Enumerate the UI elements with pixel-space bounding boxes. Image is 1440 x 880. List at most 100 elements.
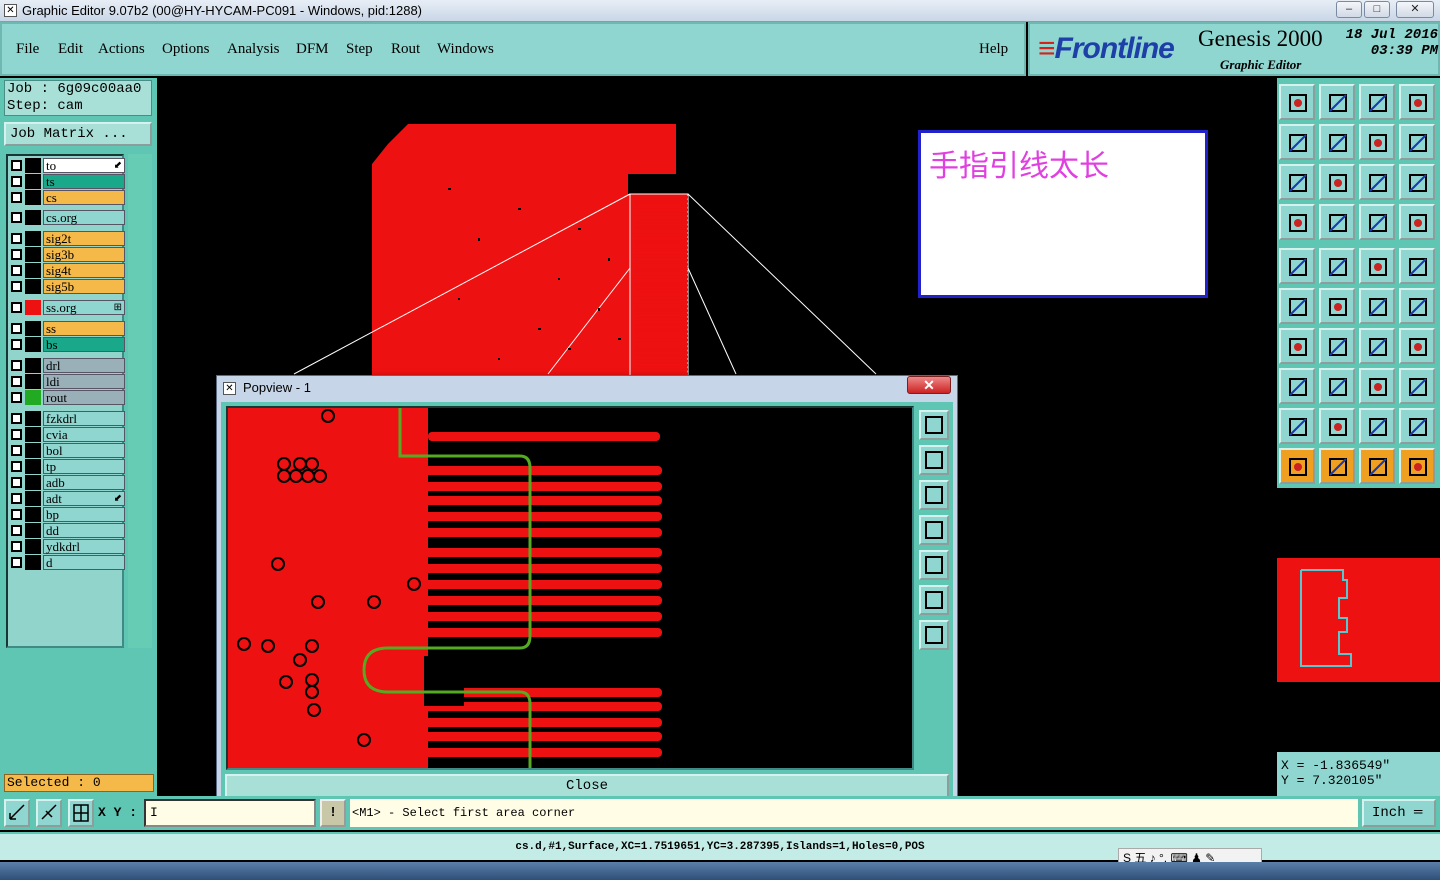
- dash-icon[interactable]: [1319, 368, 1355, 404]
- layer-name[interactable]: bp: [43, 507, 125, 522]
- layer-checkbox[interactable]: [11, 160, 22, 171]
- layer-checkbox[interactable]: [11, 249, 22, 260]
- layer-color-swatch[interactable]: [25, 158, 41, 173]
- layer-row[interactable]: sig4t: [9, 263, 125, 278]
- layer-row[interactable]: ss: [9, 321, 125, 336]
- layer-color-swatch[interactable]: [25, 190, 41, 205]
- layer-checkbox[interactable]: [11, 429, 22, 440]
- layer-checkbox[interactable]: [11, 413, 22, 424]
- layer-name[interactable]: rout: [43, 390, 125, 405]
- net-icon[interactable]: [1359, 204, 1395, 240]
- layer-name[interactable]: drl: [43, 358, 125, 373]
- help-icon[interactable]: [1399, 164, 1435, 200]
- layer-row[interactable]: bs: [9, 337, 125, 352]
- layer-color-swatch[interactable]: [25, 337, 41, 352]
- layer-checkbox[interactable]: [11, 392, 22, 403]
- layer-color-swatch[interactable]: [25, 523, 41, 538]
- layer-name[interactable]: dd: [43, 523, 125, 538]
- layer-checkbox[interactable]: [11, 176, 22, 187]
- link-icon[interactable]: [1399, 288, 1435, 324]
- layer-scrollbar[interactable]: [128, 154, 152, 648]
- layer-checkbox[interactable]: [11, 323, 22, 334]
- layer-row[interactable]: drl: [9, 358, 125, 373]
- minimap[interactable]: [1277, 488, 1440, 750]
- job-matrix-button[interactable]: Job Matrix ...: [4, 122, 152, 146]
- layer-color-swatch[interactable]: [25, 300, 41, 315]
- layer-checkbox[interactable]: [11, 281, 22, 292]
- layer-row[interactable]: bol: [9, 443, 125, 458]
- arc-down-icon[interactable]: [1399, 408, 1435, 444]
- layer-name[interactable]: ts: [43, 174, 125, 189]
- unit-selector[interactable]: Inch ═: [1362, 799, 1436, 827]
- popview-fit-icon[interactable]: [919, 585, 949, 615]
- layer-name[interactable]: sig5b: [43, 279, 125, 294]
- pan-right-icon[interactable]: [1319, 124, 1355, 160]
- layer-row[interactable]: d: [9, 555, 125, 570]
- layer-name[interactable]: bs: [43, 337, 125, 352]
- path-icon[interactable]: [1399, 448, 1435, 484]
- menu-dfm[interactable]: DFM: [296, 41, 329, 58]
- popview-canvas[interactable]: [226, 406, 914, 770]
- rotate-icon[interactable]: [1359, 328, 1395, 364]
- layer-color-swatch[interactable]: [25, 210, 41, 225]
- maximize-button[interactable]: □: [1364, 1, 1390, 18]
- zoom-home-icon[interactable]: [1279, 84, 1315, 120]
- layer-name[interactable]: fzkdrl: [43, 411, 125, 426]
- layer-row[interactable]: tp: [9, 459, 125, 474]
- layer-checkbox[interactable]: [11, 525, 22, 536]
- layer-checkbox[interactable]: [11, 557, 22, 568]
- pad-icon[interactable]: [1279, 248, 1315, 284]
- menu-edit[interactable]: Edit: [58, 41, 83, 58]
- line-icon[interactable]: [1319, 248, 1355, 284]
- popview-right-icon[interactable]: [919, 550, 949, 580]
- triangle-icon[interactable]: [1279, 408, 1315, 444]
- menu-step[interactable]: Step: [346, 41, 373, 58]
- menu-help[interactable]: Help: [979, 41, 1008, 58]
- fit-all-icon[interactable]: [1279, 164, 1315, 200]
- layer-row[interactable]: cs.org: [9, 210, 125, 225]
- layer-name[interactable]: ss.org ⊞: [43, 300, 125, 315]
- snap-icon[interactable]: [4, 799, 30, 827]
- close-window-button[interactable]: ✕: [1396, 1, 1434, 18]
- arc-icon[interactable]: [1319, 408, 1355, 444]
- move-point-icon[interactable]: [1359, 288, 1395, 324]
- layer-row[interactable]: cs: [9, 190, 125, 205]
- layer-checkbox[interactable]: [11, 477, 22, 488]
- layer-checkbox[interactable]: [11, 493, 22, 504]
- layer-checkbox[interactable]: [11, 339, 22, 350]
- layer-color-swatch[interactable]: [25, 374, 41, 389]
- xy-input[interactable]: I: [144, 799, 316, 827]
- layer-row[interactable]: ydkdrl: [9, 539, 125, 554]
- home-icon[interactable]: [1359, 84, 1395, 120]
- popview-left-icon[interactable]: [919, 515, 949, 545]
- layer-name[interactable]: ldi: [43, 374, 125, 389]
- layer-color-swatch[interactable]: [25, 459, 41, 474]
- layer-checkbox[interactable]: [11, 265, 22, 276]
- pan-left-icon[interactable]: [1279, 124, 1315, 160]
- layer-color-swatch[interactable]: [25, 263, 41, 278]
- menu-windows[interactable]: Windows: [437, 41, 494, 58]
- layer-row[interactable]: sig2t: [9, 231, 125, 246]
- menu-rout[interactable]: Rout: [391, 41, 420, 58]
- center-icon[interactable]: [1319, 164, 1355, 200]
- menu-file[interactable]: File: [16, 41, 39, 58]
- redraw-icon[interactable]: [1399, 124, 1435, 160]
- menu-actions[interactable]: Actions: [98, 41, 145, 58]
- swap-icon[interactable]: [1359, 124, 1395, 160]
- menu-options[interactable]: Options: [162, 41, 210, 58]
- popview-up-icon[interactable]: [919, 445, 949, 475]
- layer-checkbox[interactable]: [11, 302, 22, 313]
- layer-name[interactable]: adt ⬋: [43, 491, 125, 506]
- layer-checkbox[interactable]: [11, 541, 22, 552]
- slash-icon[interactable]: [1319, 328, 1355, 364]
- layer-color-swatch[interactable]: [25, 174, 41, 189]
- layer-name[interactable]: cs.org: [43, 210, 125, 225]
- layer-color-swatch[interactable]: [25, 279, 41, 294]
- layer-row[interactable]: ts: [9, 174, 125, 189]
- zoom-fit-icon[interactable]: [1319, 84, 1355, 120]
- layer-name[interactable]: bol: [43, 443, 125, 458]
- minimize-button[interactable]: –: [1336, 1, 1362, 18]
- layer-name[interactable]: sig3b: [43, 247, 125, 262]
- arc-up-icon[interactable]: [1359, 408, 1395, 444]
- layer-row[interactable]: to ⬋: [9, 158, 125, 173]
